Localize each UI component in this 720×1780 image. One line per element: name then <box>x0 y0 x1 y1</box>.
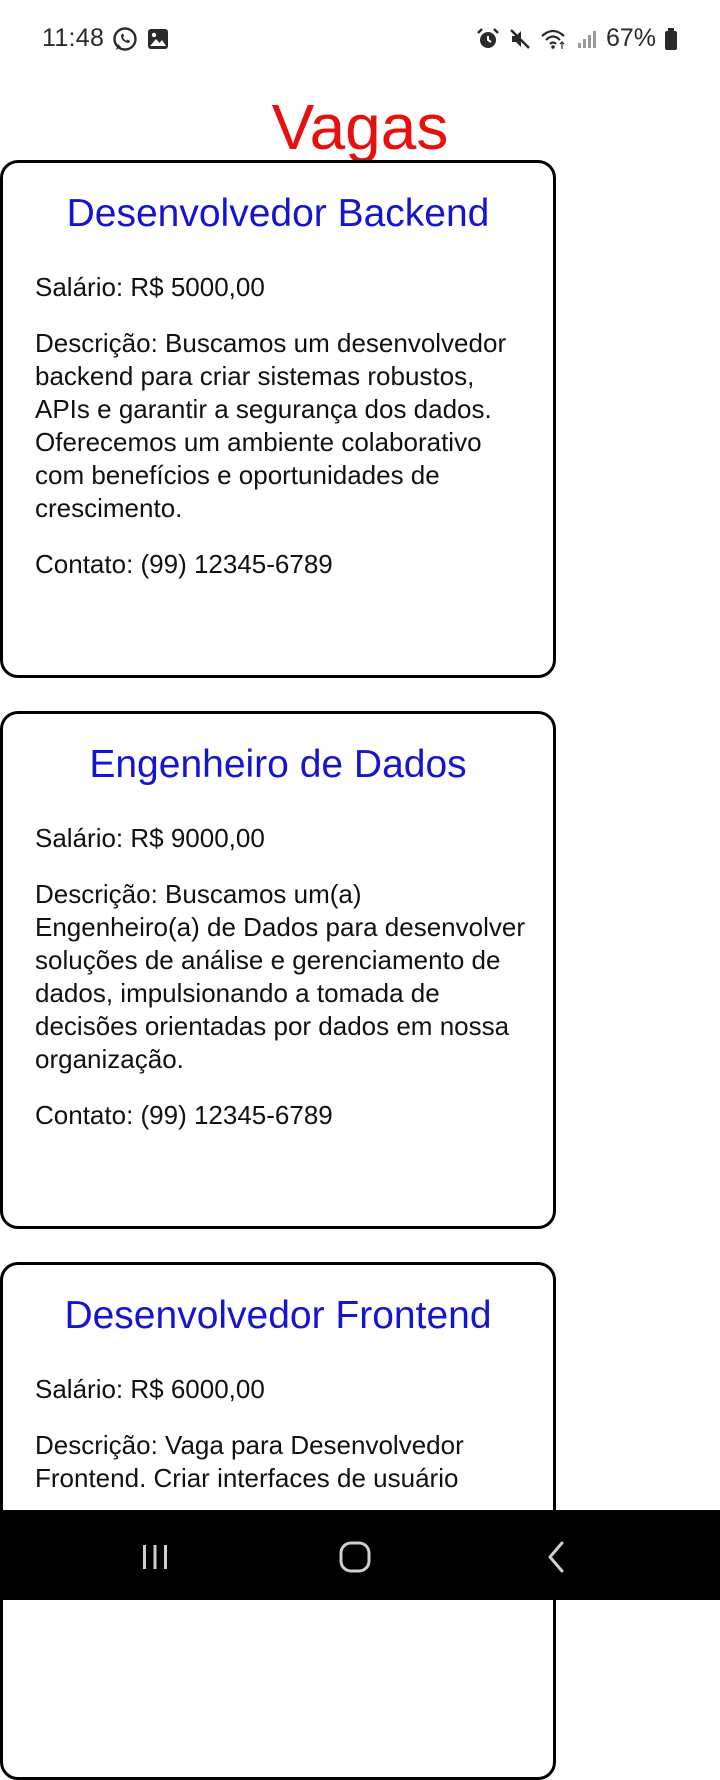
mute-icon <box>508 27 532 51</box>
job-card[interactable]: Engenheiro de Dados Salário: R$ 9000,00 … <box>0 711 556 1229</box>
battery-icon <box>664 27 678 51</box>
status-bar: 11:48 67% <box>0 0 720 80</box>
job-description: Descrição: Buscamos um desenvolvedor bac… <box>35 328 507 523</box>
job-description: Descrição: Buscamos um(a) Engenheiro(a) … <box>35 879 525 1074</box>
job-salary: Salário: R$ 9000,00 <box>35 823 265 853</box>
whatsapp-icon <box>112 26 138 52</box>
gallery-icon <box>146 27 170 51</box>
job-salary: Salário: R$ 5000,00 <box>35 272 265 302</box>
job-description: Descrição: Vaga para Desenvolvedor Front… <box>35 1430 464 1493</box>
job-title: Engenheiro de Dados <box>89 743 467 786</box>
signal-icon <box>576 28 598 50</box>
recent-apps-icon[interactable] <box>130 1532 180 1582</box>
status-right-icons: 67% <box>476 24 678 53</box>
job-contact: Contato: (99) 12345-6789 <box>35 1100 333 1130</box>
status-left-icons <box>112 26 170 52</box>
page-title: Vagas <box>271 90 449 163</box>
status-time: 11:48 <box>42 24 105 52</box>
job-title: Desenvolvedor Frontend <box>64 1294 492 1337</box>
battery-percentage: 67% <box>605 24 656 52</box>
job-salary: Salário: R$ 6000,00 <box>35 1374 265 1404</box>
back-icon[interactable] <box>532 1532 582 1582</box>
job-contact: Contato: (99) 12345-6789 <box>35 549 333 579</box>
job-card[interactable]: Desenvolvedor Backend Salário: R$ 5000,0… <box>0 160 556 678</box>
job-title: Desenvolvedor Backend <box>66 192 490 235</box>
alarm-icon <box>476 27 500 51</box>
home-icon[interactable] <box>330 1532 380 1582</box>
wifi-icon <box>540 27 568 51</box>
navigation-bar <box>0 1510 720 1600</box>
